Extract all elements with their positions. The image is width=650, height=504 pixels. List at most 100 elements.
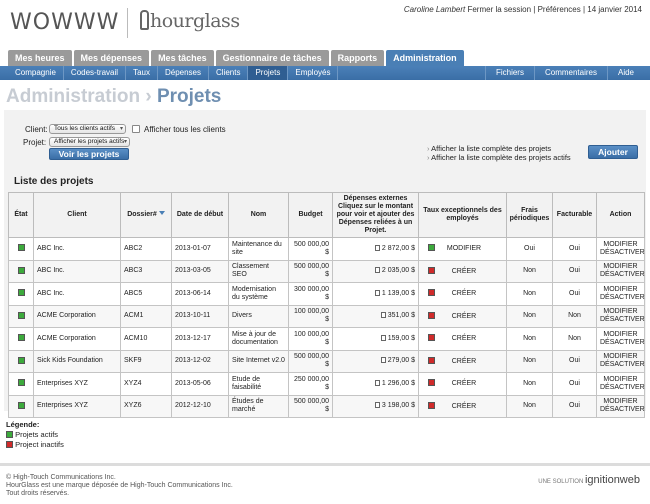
tab-mes-taches[interactable]: Mes tâches (151, 50, 214, 66)
row-taux-action[interactable]: CRÉER (435, 358, 493, 366)
edit-link[interactable]: MODIFIER (600, 241, 641, 249)
row-taux-action[interactable]: CRÉER (435, 313, 493, 321)
subnav-fichiers[interactable]: Fichiers (484, 66, 534, 80)
logout-link[interactable]: Fermer la session (467, 5, 531, 14)
row-dossier: ABC5 (120, 282, 172, 306)
preferences-link[interactable]: Préférences (538, 5, 581, 14)
row-depenses-amount[interactable]: 2 872,00 $ (382, 245, 415, 252)
row-depenses-amount[interactable]: 1 139,00 $ (382, 290, 415, 297)
col-etat: État (8, 192, 34, 238)
ignitionweb-logo[interactable]: ignitionweb (585, 474, 640, 486)
row-depenses[interactable]: 1 139,00 $ (332, 282, 419, 306)
edit-link[interactable]: MODIFIER (600, 286, 641, 294)
row-depenses-amount[interactable]: 279,00 $ (388, 357, 415, 364)
edit-link[interactable]: MODIFIER (600, 376, 641, 384)
active-status-icon (17, 311, 25, 319)
row-date-debut: 2013-10-11 (171, 304, 229, 328)
subnav-compagnie[interactable]: Compagnie (8, 66, 64, 80)
legend-inactive: Project inactifs (6, 440, 64, 450)
subnav-aide[interactable]: Aide (606, 66, 644, 80)
show-all-clients-checkbox[interactable] (132, 125, 140, 133)
add-button[interactable]: Ajouter (588, 145, 638, 159)
row-frais: Non (506, 259, 553, 283)
tab-gestionnaire-taches[interactable]: Gestionnaire de tâches (215, 50, 329, 66)
link-all-projects[interactable]: Afficher la liste complète des projets (427, 144, 571, 153)
row-nom: Mise à jour de documentation (228, 327, 289, 351)
row-date-debut: 2013-01-07 (171, 237, 229, 261)
hourglass-logo: hourglass (140, 10, 240, 32)
col-budget[interactable]: Budget (288, 192, 333, 238)
client-select[interactable]: Tous les clients actifs ▾ (49, 124, 126, 134)
row-taux-action[interactable]: CRÉER (435, 380, 493, 388)
subnav-employes[interactable]: Employés (288, 66, 339, 80)
row-depenses-amount[interactable]: 351,00 $ (388, 312, 415, 319)
deactivate-link[interactable]: DÉSACTIVER (600, 406, 645, 414)
subnav-depenses[interactable]: Dépenses (158, 66, 209, 80)
row-facturable: Oui (552, 372, 597, 396)
row-depenses[interactable]: 351,00 $ (332, 304, 419, 328)
row-actions: MODIFIER DÉSACTIVER (596, 327, 645, 351)
breadcrumb-parent[interactable]: Administration (6, 86, 140, 107)
legend: Légende: Projets actifs Project inactifs (6, 420, 64, 450)
row-depenses-amount[interactable]: 159,00 $ (388, 335, 415, 342)
row-depenses[interactable]: 1 296,00 $ (332, 372, 419, 396)
row-depenses-amount[interactable]: 2 035,00 $ (382, 267, 415, 274)
deactivate-link[interactable]: DÉSACTIVER (600, 271, 645, 279)
row-taux-action[interactable]: MODIFIER (435, 245, 493, 253)
row-taux-action[interactable]: CRÉER (435, 268, 493, 276)
col-client[interactable]: Client (33, 192, 121, 238)
table-row: Sick Kids Foundation SKF9 2013-12-02 Site I… (8, 349, 645, 373)
document-icon (380, 334, 386, 341)
row-actions: MODIFIER DÉSACTIVER (596, 349, 645, 373)
tab-mes-depenses[interactable]: Mes dépenses (73, 50, 150, 66)
active-status-icon (17, 289, 25, 297)
row-taux: MODIFIER (418, 237, 507, 261)
tab-rapports[interactable]: Rapports (330, 50, 385, 66)
deactivate-link[interactable]: DÉSACTIVER (600, 361, 645, 369)
tab-mes-heures[interactable]: Mes heures (8, 50, 72, 66)
row-taux: CRÉER (418, 372, 507, 396)
row-actions: MODIFIER DÉSACTIVER (596, 394, 645, 418)
row-budget: 500 000,00 $ (288, 349, 333, 373)
projects-table: État Client Dossier# Date de début Nom B… (8, 192, 645, 418)
row-depenses[interactable]: 3 198,00 $ (332, 394, 419, 418)
chevron-down-icon: ▾ (123, 139, 127, 145)
col-dossier[interactable]: Dossier# (120, 192, 172, 238)
subnav-taux[interactable]: Taux (126, 66, 158, 80)
subnav-commentaires[interactable]: Commentaires (533, 66, 607, 80)
project-select[interactable]: Afficher les projets actifs ▾ (49, 137, 130, 147)
edit-link[interactable]: MODIFIER (600, 331, 641, 339)
row-depenses[interactable]: 159,00 $ (332, 327, 419, 351)
row-status (8, 349, 34, 373)
deactivate-link[interactable]: DÉSACTIVER (600, 294, 645, 302)
deactivate-link[interactable]: DÉSACTIVER (600, 316, 645, 324)
deactivate-link[interactable]: DÉSACTIVER (600, 249, 645, 257)
deactivate-link[interactable]: DÉSACTIVER (600, 384, 645, 392)
user-name: Caroline Lambert (403, 5, 466, 14)
row-taux: CRÉER (418, 282, 507, 306)
row-depenses-amount[interactable]: 3 198,00 $ (382, 402, 415, 409)
col-date-debut[interactable]: Date de début (171, 192, 229, 238)
view-projects-button[interactable]: Voir les projets (49, 148, 129, 160)
user-bar-separator: | (582, 5, 586, 14)
row-date-debut: 2013-03-05 (171, 259, 229, 283)
row-depenses-amount[interactable]: 1 296,00 $ (382, 380, 415, 387)
active-status-icon (6, 431, 13, 438)
tab-administration[interactable]: Administration (386, 50, 464, 66)
row-status (8, 282, 34, 306)
row-depenses[interactable]: 2 872,00 $ (332, 237, 419, 261)
row-depenses[interactable]: 279,00 $ (332, 349, 419, 373)
row-taux-action[interactable]: CRÉER (435, 335, 493, 343)
link-all-active-projects[interactable]: Afficher la liste complète des projets a… (427, 153, 571, 162)
subnav-codes-travail[interactable]: Codes-travail (64, 66, 127, 80)
col-nom[interactable]: Nom (228, 192, 289, 238)
row-depenses[interactable]: 2 035,00 $ (332, 259, 419, 283)
active-status-icon (17, 334, 25, 342)
subnav-projets[interactable]: Projets (248, 66, 289, 80)
active-status-icon (17, 401, 25, 409)
row-taux-action[interactable]: CRÉER (435, 403, 493, 411)
subnav-clients[interactable]: Clients (209, 66, 249, 80)
row-taux-action[interactable]: CRÉER (435, 290, 493, 298)
active-status-icon (17, 244, 25, 252)
deactivate-link[interactable]: DÉSACTIVER (600, 339, 645, 347)
